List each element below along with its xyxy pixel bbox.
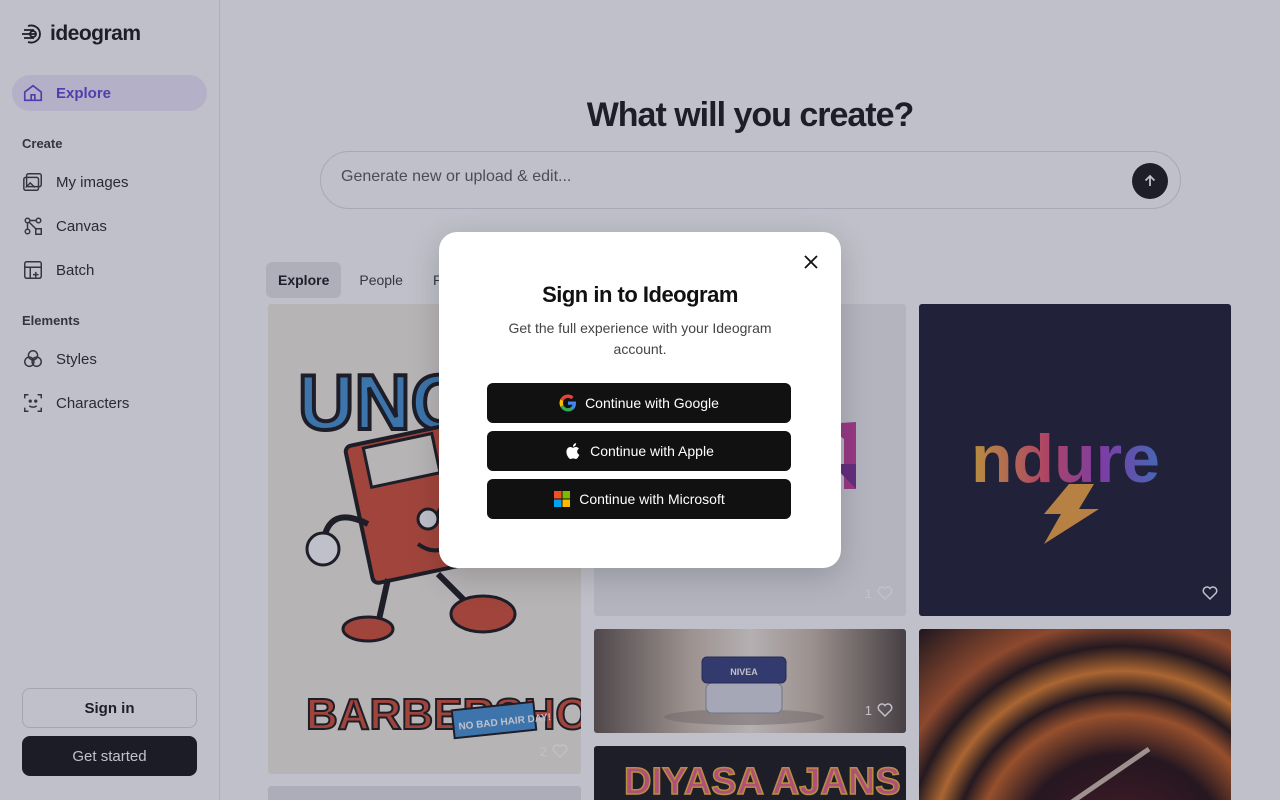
close-icon	[804, 255, 818, 269]
google-button-label: Continue with Google	[585, 395, 719, 411]
modal-title: Sign in to Ideogram	[542, 282, 738, 307]
close-button[interactable]	[799, 250, 823, 274]
continue-with-google-button[interactable]: Continue with Google	[487, 383, 791, 423]
apple-icon	[566, 443, 580, 459]
sign-in-modal: Sign in to Ideogram Get the full experie…	[439, 232, 841, 568]
microsoft-icon	[554, 491, 571, 507]
apple-button-label: Continue with Apple	[590, 443, 714, 459]
microsoft-button-label: Continue with Microsoft	[579, 491, 725, 507]
modal-subtitle: Get the full experience with your Ideogr…	[508, 320, 772, 357]
continue-with-microsoft-button[interactable]: Continue with Microsoft	[487, 479, 791, 519]
google-icon	[559, 394, 577, 412]
continue-with-apple-button[interactable]: Continue with Apple	[487, 431, 791, 471]
